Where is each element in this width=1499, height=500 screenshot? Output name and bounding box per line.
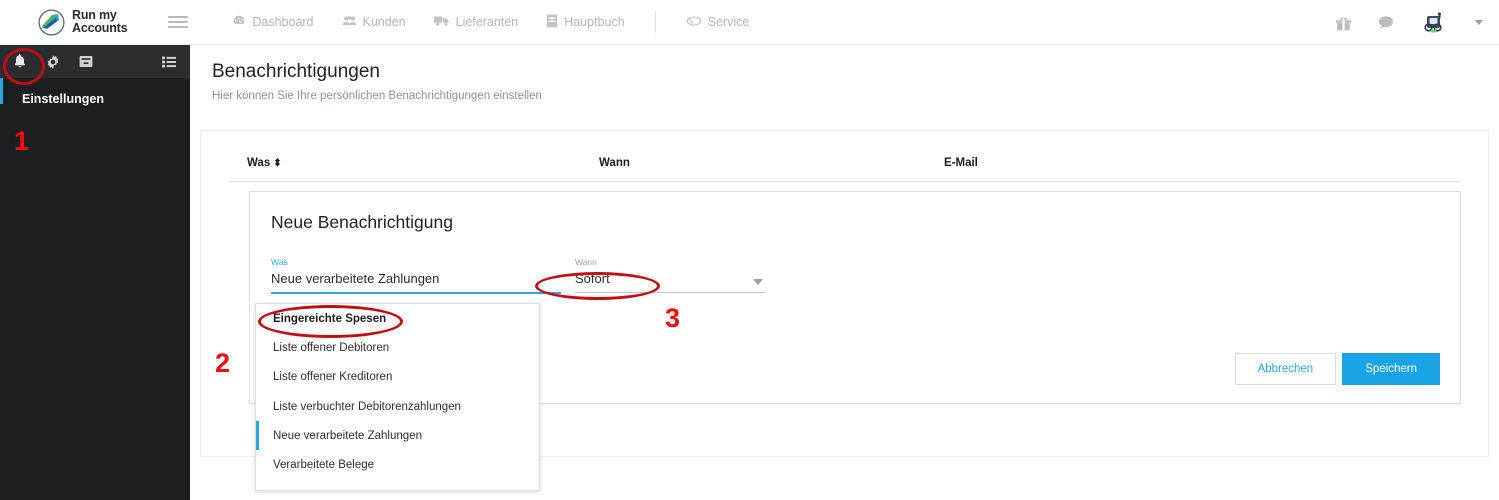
chat-bubble-icon[interactable] xyxy=(1378,15,1394,30)
sidebar-active-indicator xyxy=(0,78,3,104)
form-fields: Was Neue verarbeitete Zahlungen Wann Sof… xyxy=(250,233,1460,294)
nav-item-kunden[interactable]: Kunden xyxy=(328,14,420,31)
nav-label: Kunden xyxy=(362,15,406,29)
dropdown-option-selected[interactable]: Neue verarbeitete Zahlungen xyxy=(256,421,539,451)
logo-swoosh-icon xyxy=(38,8,65,36)
nav-item-lieferanten[interactable]: Lieferanten xyxy=(420,14,533,30)
sidebar: Einstellungen xyxy=(0,45,190,500)
field-value-was[interactable]: Neue verarbeitete Zahlungen xyxy=(271,271,561,292)
users-icon xyxy=(342,14,357,31)
card-actions: Abbrechen Speichern xyxy=(1234,353,1440,385)
dropdown-option[interactable]: Liste verbuchter Debitorenzahlungen xyxy=(256,392,539,421)
notifications-table-header: Was ⬍ Wann E-Mail xyxy=(229,131,1460,182)
annotation-number-1: 1 xyxy=(14,126,30,156)
field-was[interactable]: Was Neue verarbeitete Zahlungen xyxy=(271,257,561,294)
service-icon xyxy=(686,15,702,30)
dropdown-option[interactable]: Liste offener Debitoren xyxy=(256,333,539,362)
field-underline-was xyxy=(271,292,561,294)
truck-icon xyxy=(433,14,450,30)
dashboard-icon xyxy=(232,14,246,31)
save-button[interactable]: Speichern xyxy=(1342,353,1440,385)
gear-icon[interactable] xyxy=(46,54,60,69)
chevron-down-icon[interactable] xyxy=(753,279,763,285)
page-subtitle: Hier können Sie Ihre persönlichen Benach… xyxy=(212,90,542,102)
app-logo[interactable]: Run my Accounts xyxy=(38,8,128,36)
bell-icon[interactable] xyxy=(13,54,27,69)
page-title: Benachrichtigungen xyxy=(212,61,380,82)
nav-label: Lieferanten xyxy=(455,15,519,29)
nav-label: Service xyxy=(707,15,750,29)
hamburger-bar xyxy=(168,16,189,18)
column-header-was[interactable]: Was ⬍ xyxy=(229,157,599,169)
column-header-label: Wann xyxy=(599,157,630,169)
sidebar-section-label: Einstellungen xyxy=(22,92,104,106)
hamburger-bar xyxy=(168,26,189,28)
top-navigation-bar: Run my Accounts Dashboard Kunden Liefera… xyxy=(0,0,1499,45)
sidebar-icon-bar xyxy=(0,45,190,78)
nav-divider xyxy=(654,11,656,33)
logo-line-2: Accounts xyxy=(72,21,128,35)
top-right-actions xyxy=(1335,0,1483,45)
column-header-label: E-Mail xyxy=(944,157,978,169)
nav-item-service[interactable]: Service xyxy=(672,15,764,30)
annotation-number-3: 3 xyxy=(665,303,681,333)
field-label-wann: Wann xyxy=(575,257,597,267)
sort-icon[interactable]: ⬍ xyxy=(273,158,281,169)
archive-icon[interactable] xyxy=(79,55,93,68)
hamburger-icon[interactable] xyxy=(168,16,189,28)
nav-label: Hauptbuch xyxy=(564,15,625,29)
dropdown-option[interactable]: Verarbeitete Belege xyxy=(256,450,539,479)
field-wann[interactable]: Wann Sofort xyxy=(575,257,765,294)
dropdown-option[interactable]: Liste offener Kreditoren xyxy=(256,363,539,392)
main-nav: Dashboard Kunden Lieferanten Hauptbuch S… xyxy=(218,0,763,45)
nav-label: Dashboard xyxy=(252,15,314,29)
field-label-was: Was xyxy=(271,257,288,267)
app-root: Run my Accounts Dashboard Kunden Liefera… xyxy=(0,0,1499,500)
annotation-number-2: 2 xyxy=(215,348,231,378)
column-header-label: Was xyxy=(247,157,271,169)
card-title: Neue Benachrichtigung xyxy=(271,212,453,232)
cancel-button[interactable]: Abbrechen xyxy=(1234,353,1337,385)
field-underline-wann xyxy=(575,292,765,293)
hamburger-bar xyxy=(168,21,189,23)
was-dropdown-menu: Eingereichte Spesen Liste offener Debito… xyxy=(255,303,540,491)
nav-item-dashboard[interactable]: Dashboard xyxy=(218,14,327,31)
field-value-wann[interactable]: Sofort xyxy=(575,271,765,292)
avatar-icon[interactable] xyxy=(1420,9,1447,36)
column-header-email[interactable]: E-Mail xyxy=(944,157,1244,169)
nav-item-hauptbuch[interactable]: Hauptbuch xyxy=(532,14,638,31)
chevron-down-icon[interactable] xyxy=(1475,20,1483,25)
column-header-wann[interactable]: Wann xyxy=(599,157,944,169)
gift-icon[interactable] xyxy=(1335,15,1352,31)
dropdown-option[interactable]: Eingereichte Spesen xyxy=(256,304,539,333)
logo-text: Run my Accounts xyxy=(72,9,128,35)
list-icon[interactable] xyxy=(162,56,176,68)
book-icon xyxy=(546,14,558,31)
